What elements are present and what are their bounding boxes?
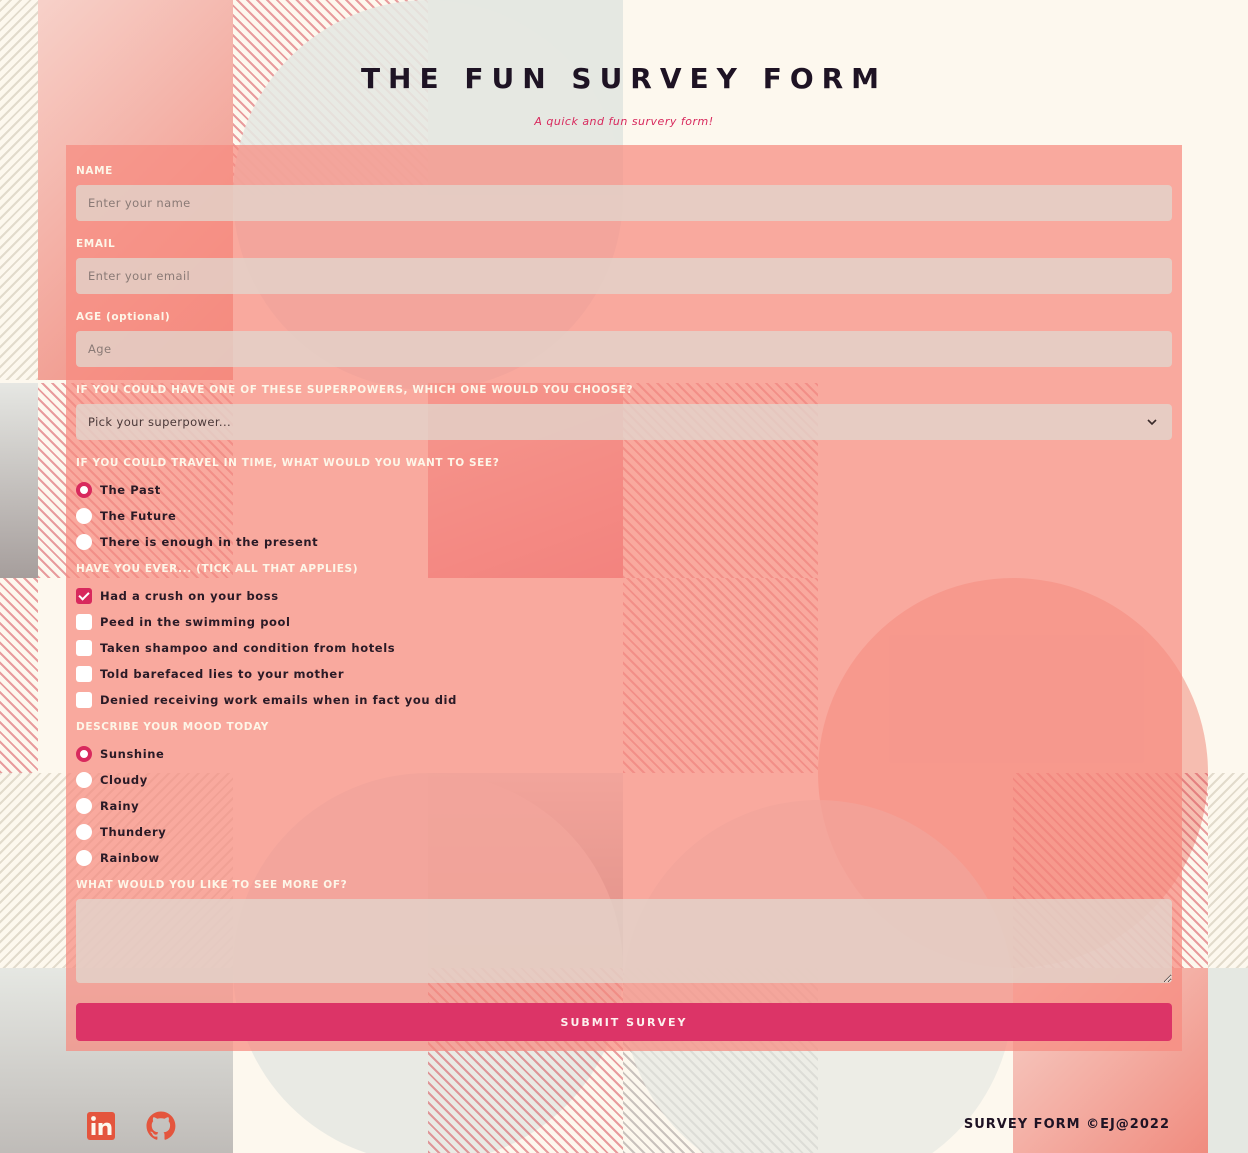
superpower-select[interactable]: Pick your superpower... xyxy=(76,404,1172,440)
time-travel-option[interactable]: The Past xyxy=(76,477,1172,503)
mood-option[interactable]: Sunshine xyxy=(76,741,1172,767)
mood-option[interactable]: Rainbow xyxy=(76,845,1172,871)
option-label: Thundery xyxy=(100,825,167,839)
age-label: AGE (optional) xyxy=(76,311,171,323)
checkbox[interactable] xyxy=(76,692,92,708)
option-label: Cloudy xyxy=(100,773,148,787)
option-label: Told barefaced lies to your mother xyxy=(100,667,345,681)
submit-button[interactable]: SUBMIT SURVEY xyxy=(76,1003,1172,1041)
social-links xyxy=(86,1110,176,1142)
mood-label: DESCRIBE YOUR MOOD TODAY xyxy=(76,721,270,733)
radio-button[interactable] xyxy=(76,746,92,762)
mood-option[interactable]: Thundery xyxy=(76,819,1172,845)
radio-button[interactable] xyxy=(76,798,92,814)
time-travel-label: IF YOU COULD TRAVEL IN TIME, WHAT WOULD … xyxy=(76,457,500,469)
radio-button[interactable] xyxy=(76,772,92,788)
email-label: EMAIL xyxy=(76,238,116,250)
name-input[interactable] xyxy=(76,185,1172,221)
mood-option[interactable]: Rainy xyxy=(76,793,1172,819)
email-input[interactable] xyxy=(76,258,1172,294)
option-label: The Past xyxy=(100,483,161,497)
radio-button[interactable] xyxy=(76,850,92,866)
age-input[interactable] xyxy=(76,331,1172,367)
checkbox[interactable] xyxy=(76,666,92,682)
radio-button[interactable] xyxy=(76,824,92,840)
option-label: Rainbow xyxy=(100,851,160,865)
checkbox-option[interactable]: Told barefaced lies to your mother xyxy=(76,661,1172,687)
superpower-selected-value: Pick your superpower... xyxy=(76,404,1172,440)
footer-copyright: SURVEY FORM ©EJ@2022 xyxy=(963,1117,1170,1132)
option-label: Had a crush on your boss xyxy=(100,589,279,603)
linkedin-icon[interactable] xyxy=(86,1110,116,1142)
checkbox-option[interactable]: Peed in the swimming pool xyxy=(76,609,1172,635)
option-label: There is enough in the present xyxy=(100,535,319,549)
option-label: Sunshine xyxy=(100,747,165,761)
page-title: THE FUN SURVEY FORM xyxy=(360,62,888,95)
name-label: NAME xyxy=(76,165,113,177)
time-travel-option[interactable]: There is enough in the present xyxy=(76,529,1172,555)
more-of-label: WHAT WOULD YOU LIKE TO SEE MORE OF? xyxy=(76,879,348,891)
chevron-down-icon xyxy=(1147,419,1157,426)
checkbox-option[interactable]: Denied receiving work emails when in fac… xyxy=(76,687,1172,713)
page-subtitle: A quick and fun survery form! xyxy=(534,115,714,128)
more-of-textarea[interactable] xyxy=(76,899,1172,983)
time-travel-group: The Past The Future There is enough in t… xyxy=(76,477,1172,555)
github-icon[interactable] xyxy=(145,1110,176,1142)
option-label: Denied receiving work emails when in fac… xyxy=(100,693,457,707)
have-you-ever-label: HAVE YOU EVER... (TICK ALL THAT APPLIES) xyxy=(76,563,359,575)
mood-option[interactable]: Cloudy xyxy=(76,767,1172,793)
checkbox-option[interactable]: Taken shampoo and condition from hotels xyxy=(76,635,1172,661)
checkbox[interactable] xyxy=(76,640,92,656)
checkbox[interactable] xyxy=(76,588,92,604)
superpower-label: IF YOU COULD HAVE ONE OF THESE SUPERPOWE… xyxy=(76,384,634,396)
mood-group: Sunshine Cloudy Rainy Thundery Rainbow xyxy=(76,741,1172,871)
header: THE FUN SURVEY FORM A quick and fun surv… xyxy=(0,62,1248,128)
option-label: Taken shampoo and condition from hotels xyxy=(100,641,396,655)
checkbox[interactable] xyxy=(76,614,92,630)
survey-form: NAME EMAIL AGE (optional) IF YOU COULD H… xyxy=(66,145,1182,1051)
radio-button[interactable] xyxy=(76,508,92,524)
checkbox-option[interactable]: Had a crush on your boss xyxy=(76,583,1172,609)
option-label: Rainy xyxy=(100,799,140,813)
option-label: Peed in the swimming pool xyxy=(100,615,291,629)
time-travel-option[interactable]: The Future xyxy=(76,503,1172,529)
radio-button[interactable] xyxy=(76,534,92,550)
radio-button[interactable] xyxy=(76,482,92,498)
have-you-ever-group: Had a crush on your boss Peed in the swi… xyxy=(76,583,1172,713)
option-label: The Future xyxy=(100,509,177,523)
